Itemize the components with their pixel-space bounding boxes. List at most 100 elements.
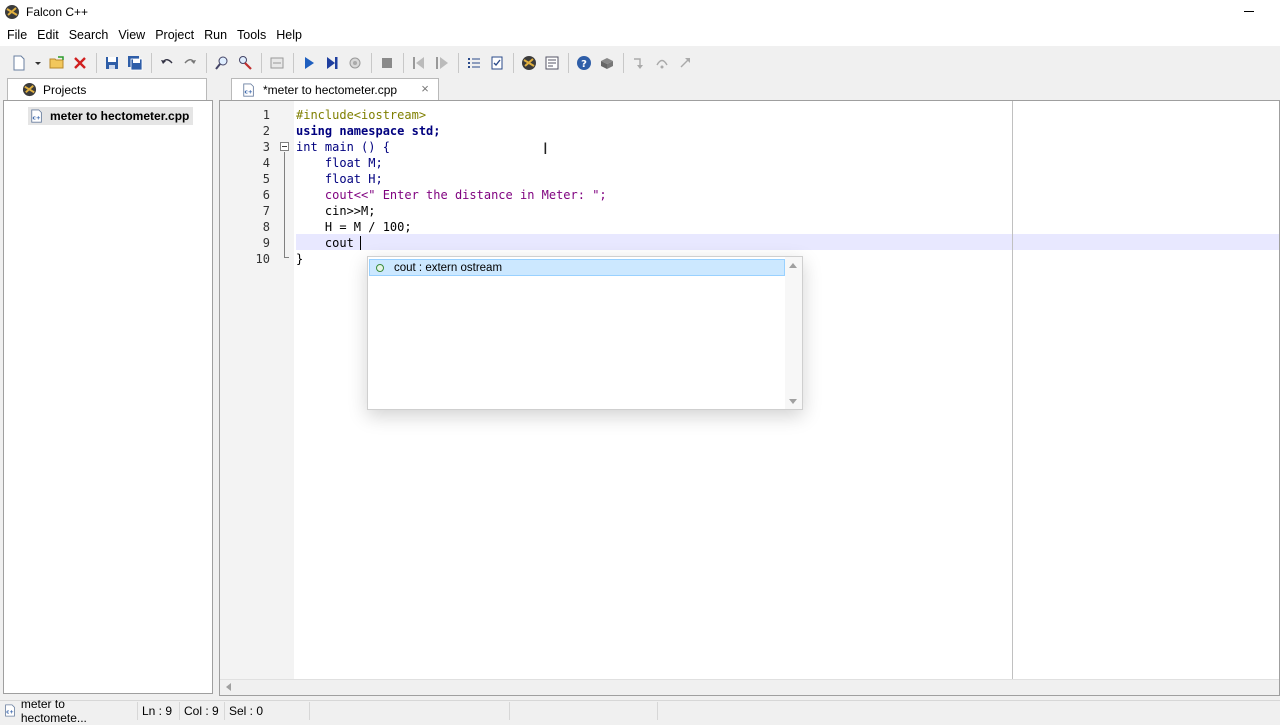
next-button[interactable]: [431, 52, 453, 74]
run-icon: [305, 57, 314, 69]
scroll-down-icon[interactable]: [789, 399, 797, 404]
replace-button[interactable]: [234, 52, 256, 74]
open-button[interactable]: [31, 52, 45, 74]
compile-button[interactable]: [266, 52, 288, 74]
line-number: 4: [262, 156, 270, 170]
menu-view[interactable]: View: [113, 24, 150, 46]
line-number: 5: [262, 172, 270, 186]
status-empty-2: [510, 701, 658, 720]
new-file-icon: [13, 55, 25, 71]
debug-icon: [349, 57, 361, 69]
toolbar-separator: [513, 53, 514, 73]
menu-search[interactable]: Search: [64, 24, 114, 46]
status-file-name: meter to hectomete...: [20, 696, 87, 725]
code-line-8: H = M / 100;: [296, 219, 412, 235]
tab-projects[interactable]: Projects: [7, 78, 207, 100]
menu-edit[interactable]: Edit: [32, 24, 64, 46]
new-file-button[interactable]: [8, 52, 30, 74]
autocomplete-item[interactable]: cout : extern ostream: [369, 259, 785, 276]
step-run-icon: [327, 57, 338, 69]
step-out-button[interactable]: [674, 52, 696, 74]
code-text: using namespace std;: [296, 124, 441, 138]
help-button[interactable]: ?: [573, 52, 595, 74]
step-into-button[interactable]: [628, 52, 650, 74]
find-button[interactable]: [211, 52, 233, 74]
scroll-left-icon[interactable]: [226, 683, 231, 691]
menu-file[interactable]: File: [2, 24, 32, 46]
toolbar-separator: [261, 53, 262, 73]
redo-icon: [184, 59, 196, 64]
line-number: 8: [262, 220, 270, 234]
code-text: H = M / 100;: [296, 220, 412, 234]
falcon-button[interactable]: [518, 52, 540, 74]
tab-editor-file[interactable]: c+ *meter to hectometer.cpp ×: [231, 78, 439, 100]
close-tab-icon[interactable]: ×: [418, 82, 432, 96]
edge-column-marker: [1012, 101, 1013, 679]
list-icon: [468, 58, 480, 68]
save-all-icon: [128, 56, 143, 71]
close-file-button[interactable]: [69, 52, 91, 74]
menu-tools[interactable]: Tools: [232, 24, 271, 46]
step-out-icon: [680, 58, 690, 68]
save-button[interactable]: [101, 52, 123, 74]
list-button[interactable]: [463, 52, 485, 74]
menu-help[interactable]: Help: [271, 24, 307, 46]
toolbar-separator: [151, 53, 152, 73]
minimize-button[interactable]: [1234, 2, 1264, 20]
undo-button[interactable]: [156, 52, 178, 74]
scroll-up-icon[interactable]: [789, 263, 797, 268]
settings-button[interactable]: [541, 52, 563, 74]
code-line-7: cin>>M;: [296, 203, 376, 219]
tree-item-label: meter to hectometer.cpp: [50, 109, 190, 123]
toolbar-separator: [206, 53, 207, 73]
step-into-icon: [634, 58, 643, 69]
save-all-button[interactable]: [124, 52, 146, 74]
open-folder-button[interactable]: [46, 52, 68, 74]
fold-margin: [276, 101, 294, 679]
compile-icon: [270, 57, 284, 69]
prev-button[interactable]: [408, 52, 430, 74]
cpp-file-icon: c+: [31, 109, 42, 123]
autocomplete-item-label: cout : extern ostream: [394, 261, 503, 274]
stop-button[interactable]: [376, 52, 398, 74]
code-text: cout: [296, 236, 354, 250]
line-number-gutter: 1 2 3 4 5 6 7 8 9 10: [220, 101, 276, 679]
fold-guide: [284, 152, 285, 257]
status-line: Ln : 9: [138, 701, 180, 720]
menu-project[interactable]: Project: [150, 24, 199, 46]
run-button[interactable]: [298, 52, 320, 74]
fold-collapse-icon[interactable]: [280, 142, 289, 151]
current-line-highlight: [296, 234, 1279, 250]
redo-button[interactable]: [179, 52, 201, 74]
variable-icon: [376, 263, 384, 272]
horizontal-scrollbar[interactable]: [220, 679, 1279, 695]
next-icon: [436, 57, 448, 69]
status-col: Col : 9: [180, 701, 225, 720]
falcon-logo-icon: [22, 82, 37, 97]
status-sel: Sel : 0: [225, 701, 310, 720]
code-text: int main () {: [296, 140, 390, 154]
package-button[interactable]: [596, 52, 618, 74]
prev-icon: [413, 57, 424, 69]
projects-panel: Projects c+ meter to hectometer.cpp: [3, 78, 213, 694]
title-bar: Falcon C++: [0, 0, 1280, 24]
menu-run[interactable]: Run: [199, 24, 232, 46]
code-line-5: float H;: [296, 171, 383, 187]
project-tree: c+ meter to hectometer.cpp: [3, 100, 213, 694]
tree-item-file[interactable]: c+ meter to hectometer.cpp: [28, 107, 194, 125]
settings-icon: [545, 56, 559, 70]
code-line-6: cout<<" Enter the distance in Meter: ";: [296, 187, 607, 203]
status-file: c+ meter to hectomete...: [0, 697, 138, 725]
step-run-button[interactable]: [321, 52, 343, 74]
debug-button[interactable]: [344, 52, 366, 74]
fold-end-marker: [284, 257, 289, 258]
status-sel-text: Sel : 0: [229, 703, 264, 718]
code-text: cin>>M;: [296, 204, 376, 218]
step-over-button[interactable]: [651, 52, 673, 74]
checklist-button[interactable]: [486, 52, 508, 74]
svg-text:?: ?: [581, 59, 587, 70]
text-caret: [360, 236, 361, 250]
autocomplete-scrollbar[interactable]: [785, 257, 802, 409]
save-icon: [106, 57, 118, 69]
falcon-icon: [522, 56, 536, 70]
